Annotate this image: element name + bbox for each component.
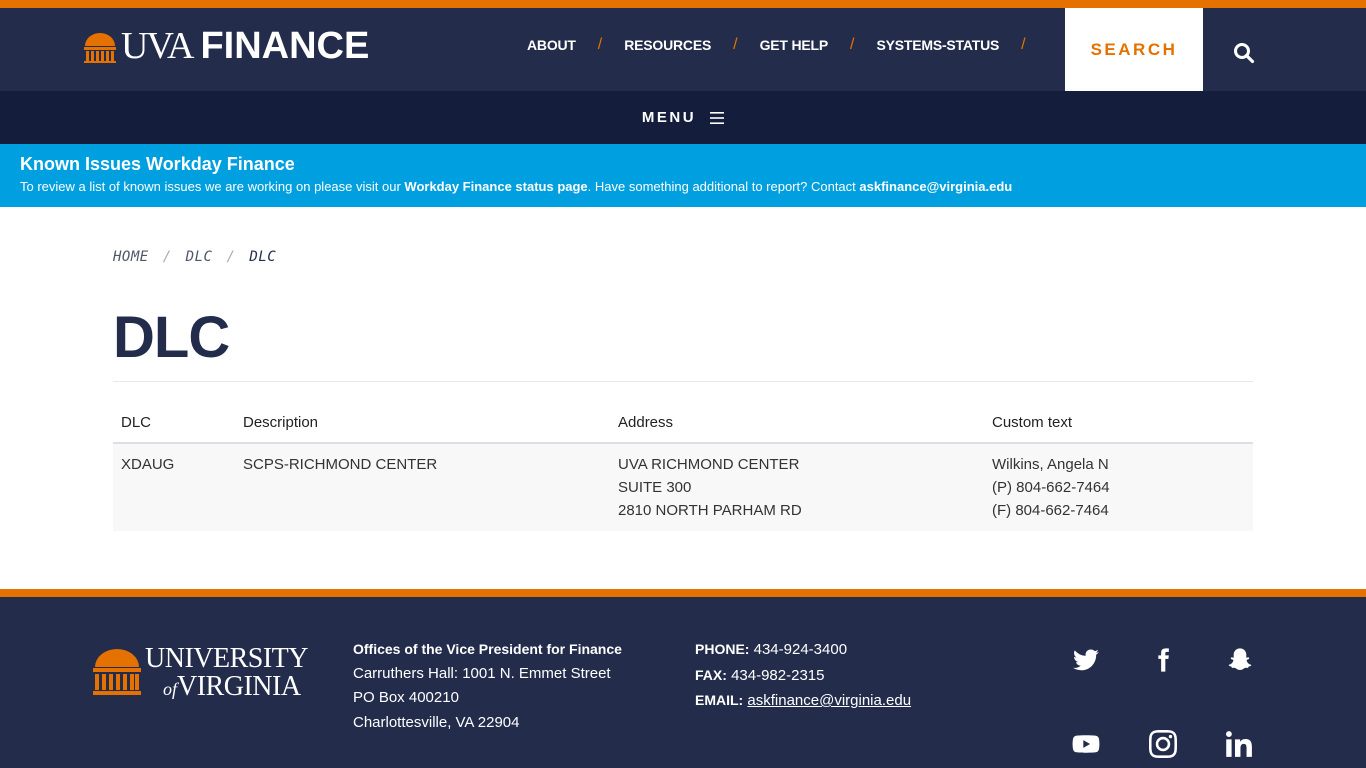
twitter-icon (1073, 649, 1099, 671)
breadcrumb: HOME / DLC / DLC (113, 249, 276, 265)
site-footer: UNIVERSITY ofVIRGINIA Offices of the Vic… (0, 597, 1366, 768)
footer-stripe (0, 589, 1366, 597)
footer-phone: PHONE: 434-924-3400 (695, 637, 911, 663)
alert-title: Known Issues Workday Finance (20, 154, 295, 174)
footer-fax: FAX: 434-982-2315 (695, 663, 911, 689)
alert-text: To review a list of known issues we are … (20, 178, 1346, 196)
breadcrumb-separator: / (226, 249, 236, 265)
table-row: XDAUG SCPS-RICHMOND CENTER UVA RICHMOND … (113, 443, 1253, 531)
header-description: Description (235, 403, 610, 444)
nav-separator: / (1021, 36, 1026, 53)
email-label: EMAIL: (695, 692, 744, 708)
youtube-icon (1072, 735, 1100, 753)
menu-button[interactable]: MENU (641, 109, 725, 126)
footer-address-block: Offices of the Vice President for Financ… (353, 637, 622, 735)
uva-wordmark: UNIVERSITY ofVIRGINIA (145, 643, 309, 702)
nav-get-help[interactable]: GET HELP (760, 37, 829, 53)
nav-separator: / (850, 36, 855, 53)
wordmark-virginia: VIRGINIA (177, 671, 301, 702)
logo-uva-text: UVA (121, 25, 194, 67)
hamburger-icon (710, 111, 725, 124)
rotunda-icon (84, 33, 116, 63)
footer-email: EMAIL: askfinance@virginia.edu (695, 688, 911, 714)
rotunda-icon (93, 649, 141, 695)
search-button[interactable]: SEARCH (1065, 8, 1203, 91)
search-icon[interactable] (1233, 42, 1255, 64)
fax-label: FAX: (695, 666, 727, 683)
nav-resources[interactable]: RESOURCES (624, 37, 711, 53)
snapchat-link[interactable] (1225, 645, 1255, 675)
cell-dlc: XDAUG (113, 443, 235, 531)
primary-nav: ABOUT / RESOURCES / GET HELP / SYSTEMS-S… (527, 36, 1048, 54)
wordmark-university: UNIVERSITY (145, 643, 309, 674)
header-top-stripe (0, 0, 1366, 8)
twitter-link[interactable] (1071, 645, 1101, 675)
header-address: Address (610, 403, 984, 444)
breadcrumb-separator: / (162, 249, 172, 265)
linkedin-icon (1226, 731, 1252, 757)
table-header-row: DLC Description Address Custom text (113, 403, 1253, 444)
alert-text-before: To review a list of known issues we are … (20, 179, 405, 194)
fax-value: 434-982-2315 (731, 666, 825, 684)
footer-address-line: PO Box 400210 (353, 689, 459, 706)
nav-separator: / (733, 36, 738, 53)
instagram-link[interactable] (1148, 729, 1178, 759)
breadcrumb-home[interactable]: HOME (113, 249, 149, 265)
custom-line: Wilkins, Angela N (992, 456, 1109, 473)
facebook-link[interactable] (1148, 645, 1178, 675)
header-dlc: DLC (113, 403, 235, 444)
nav-separator: / (597, 36, 603, 53)
breadcrumb-current: DLC (249, 249, 277, 265)
footer-email-link[interactable]: askfinance@virginia.edu (747, 692, 911, 709)
custom-line: (F) 804-662-7464 (992, 502, 1109, 519)
university-of-virginia-logo[interactable]: UNIVERSITY ofVIRGINIA (93, 643, 309, 702)
uva-finance-logo[interactable]: UVA FINANCE (83, 25, 370, 67)
nav-about[interactable]: ABOUT (527, 37, 576, 53)
facebook-icon (1158, 648, 1169, 672)
title-divider (113, 381, 1253, 382)
nav-systems-status[interactable]: SYSTEMS-STATUS (876, 37, 999, 53)
address-line: SUITE 300 (618, 479, 692, 496)
wordmark-of: of (163, 679, 178, 699)
address-line: 2810 NORTH PARHAM RD (618, 502, 802, 519)
cell-custom-text: Wilkins, Angela N (P) 804-662-7464 (F) 8… (984, 443, 1253, 531)
cell-address: UVA RICHMOND CENTER SUITE 300 2810 NORTH… (610, 443, 984, 531)
logo-finance-text: FINANCE (200, 25, 370, 67)
alert-text-middle: . Have something additional to report? C… (587, 179, 860, 194)
phone-label: PHONE: (695, 641, 750, 657)
known-issues-alert: Known Issues Workday Finance To review a… (0, 144, 1366, 207)
alert-email-link[interactable]: askfinance@virginia.edu (859, 179, 1012, 194)
cell-description: SCPS-RICHMOND CENTER (235, 443, 610, 531)
custom-line: (P) 804-662-7464 (992, 479, 1110, 496)
menu-bar: MENU (0, 91, 1366, 144)
instagram-icon (1149, 730, 1177, 758)
alert-status-link[interactable]: Workday Finance status page (404, 179, 587, 194)
page-title: DLC (113, 305, 230, 370)
footer-address-line: Carruthers Hall: 1001 N. Emmet Street (353, 664, 611, 682)
header-custom-text: Custom text (984, 403, 1253, 444)
footer-org-name: Offices of the Vice President for Financ… (353, 641, 622, 657)
youtube-link[interactable] (1071, 729, 1101, 759)
breadcrumb-dlc[interactable]: DLC (186, 249, 213, 265)
dlc-table: DLC Description Address Custom text XDAU… (113, 403, 1253, 531)
linkedin-link[interactable] (1225, 729, 1255, 759)
footer-address-line: Charlottesville, VA 22904 (353, 713, 520, 731)
address-line: UVA RICHMOND CENTER (618, 456, 800, 473)
phone-value: 434-924-3400 (753, 641, 848, 658)
footer-contact-block: PHONE: 434-924-3400 FAX: 434-982-2315 EM… (695, 637, 911, 714)
menu-label: MENU (641, 109, 697, 126)
snapchat-icon (1228, 648, 1252, 670)
